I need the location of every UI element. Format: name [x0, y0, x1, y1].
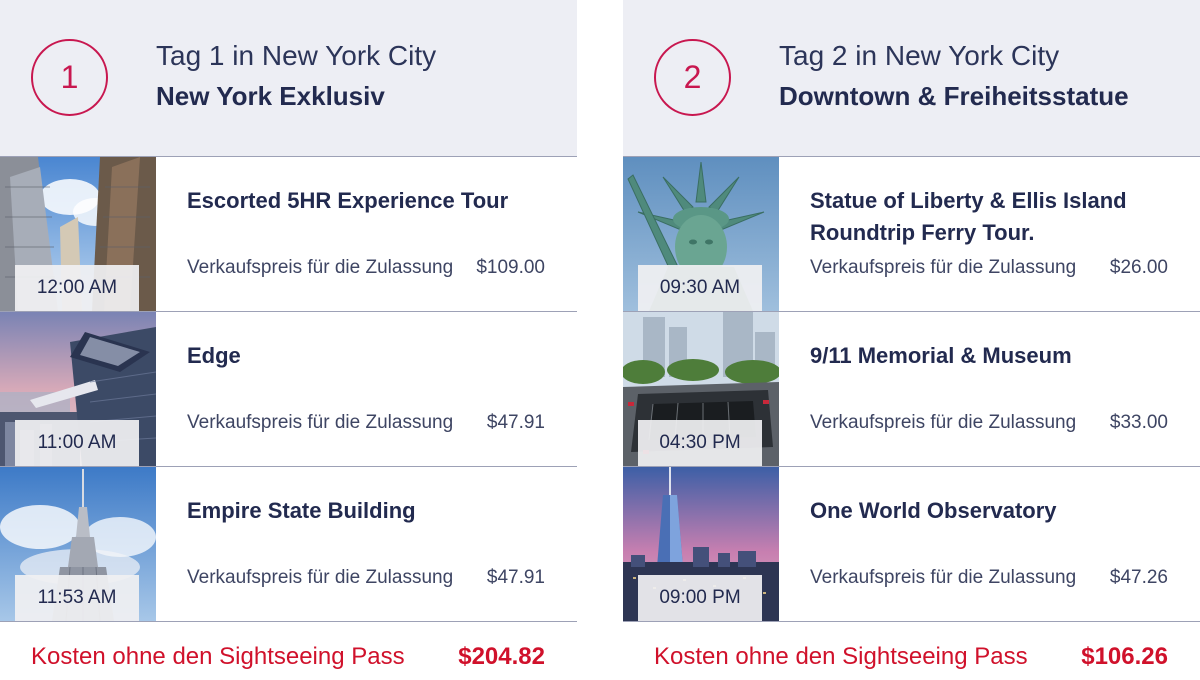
price-label: Verkaufspreis für die Zulassung: [810, 412, 1077, 433]
price-value: $47.26: [1109, 567, 1168, 588]
activity-edge[interactable]: 11:00 AM Edge Verkaufspreis für die Zula…: [0, 311, 577, 466]
day-1-total-label: Kosten ohne den Sightseeing Pass: [31, 643, 405, 670]
day-1-column: 1 Tag 1 in New York City New York Exklus…: [0, 0, 577, 680]
price-value: $47.91: [486, 412, 545, 433]
day-2-title: Tag 2 in New York City: [779, 40, 1060, 71]
activity-name[interactable]: Escorted 5HR Experience Tour: [187, 185, 557, 217]
day-2-column: 2 Tag 2 in New York City Downtown & Frei…: [623, 0, 1200, 680]
edge-observation-deck-photo: 11:00 AM: [0, 312, 156, 466]
day-1-subtitle: New York Exklusiv: [156, 81, 385, 111]
day-1-number-badge: 1: [31, 39, 108, 116]
activity-time: 11:00 AM: [15, 420, 139, 466]
day-2-total-value: $106.26: [1081, 643, 1168, 670]
activity-time: 09:30 AM: [638, 265, 762, 311]
price-value: $26.00: [1109, 257, 1168, 278]
empire-state-building-photo: 11:53 AM: [0, 467, 156, 621]
price-label: Verkaufspreis für die Zulassung: [187, 567, 454, 588]
statue-of-liberty-photo: 09:30 AM: [623, 157, 779, 311]
day-1-number: 1: [60, 59, 79, 95]
activity-name[interactable]: Statue of Liberty & Ellis Island Roundtr…: [810, 185, 1180, 249]
price-label: Verkaufspreis für die Zulassung: [810, 567, 1077, 588]
day-1-total-value: $204.82: [458, 643, 545, 670]
activity-empire-state[interactable]: 11:53 AM Empire State Building Verkaufsp…: [0, 466, 577, 622]
day-1-title: Tag 1 in New York City: [156, 40, 437, 71]
day-1-header: 1 Tag 1 in New York City New York Exklus…: [0, 0, 577, 156]
day-2-number: 2: [683, 59, 702, 95]
day-2-subtitle: Downtown & Freiheitsstatue: [779, 81, 1129, 111]
price-label: Verkaufspreis für die Zulassung: [187, 257, 454, 278]
activity-escorted-tour[interactable]: 12:00 AM Escorted 5HR Experience Tour Ve…: [0, 156, 577, 311]
day-2-total-label: Kosten ohne den Sightseeing Pass: [654, 643, 1028, 670]
price-value: $109.00: [476, 257, 545, 278]
activity-statue-of-liberty[interactable]: 09:30 AM Statue of Liberty & Ellis Islan…: [623, 156, 1200, 311]
activity-911-memorial[interactable]: 04:30 PM 9/11 Memorial & Museum Verkaufs…: [623, 311, 1200, 466]
price-value: $47.91: [486, 567, 545, 588]
day-2-number-badge: 2: [654, 39, 731, 116]
manhattan-skyscrapers-photo: 12:00 AM: [0, 157, 156, 311]
activity-name[interactable]: One World Observatory: [810, 495, 1180, 527]
price-label: Verkaufspreis für die Zulassung: [187, 412, 454, 433]
activity-name[interactable]: Empire State Building: [187, 495, 557, 527]
price-label: Verkaufspreis für die Zulassung: [810, 257, 1077, 278]
activity-time: 12:00 AM: [15, 265, 139, 311]
day-2-header: 2 Tag 2 in New York City Downtown & Frei…: [623, 0, 1200, 156]
activity-time: 09:00 PM: [638, 575, 762, 621]
activity-time: 11:53 AM: [15, 575, 139, 621]
price-value: $33.00: [1109, 412, 1168, 433]
one-world-trade-center-photo: 09:00 PM: [623, 467, 779, 621]
activity-name[interactable]: Edge: [187, 340, 557, 372]
memorial-pool-photo: 04:30 PM: [623, 312, 779, 466]
activity-name[interactable]: 9/11 Memorial & Museum: [810, 340, 1180, 372]
activity-time: 04:30 PM: [638, 420, 762, 466]
activity-one-world-observatory[interactable]: 09:00 PM One World Observatory Verkaufsp…: [623, 466, 1200, 622]
